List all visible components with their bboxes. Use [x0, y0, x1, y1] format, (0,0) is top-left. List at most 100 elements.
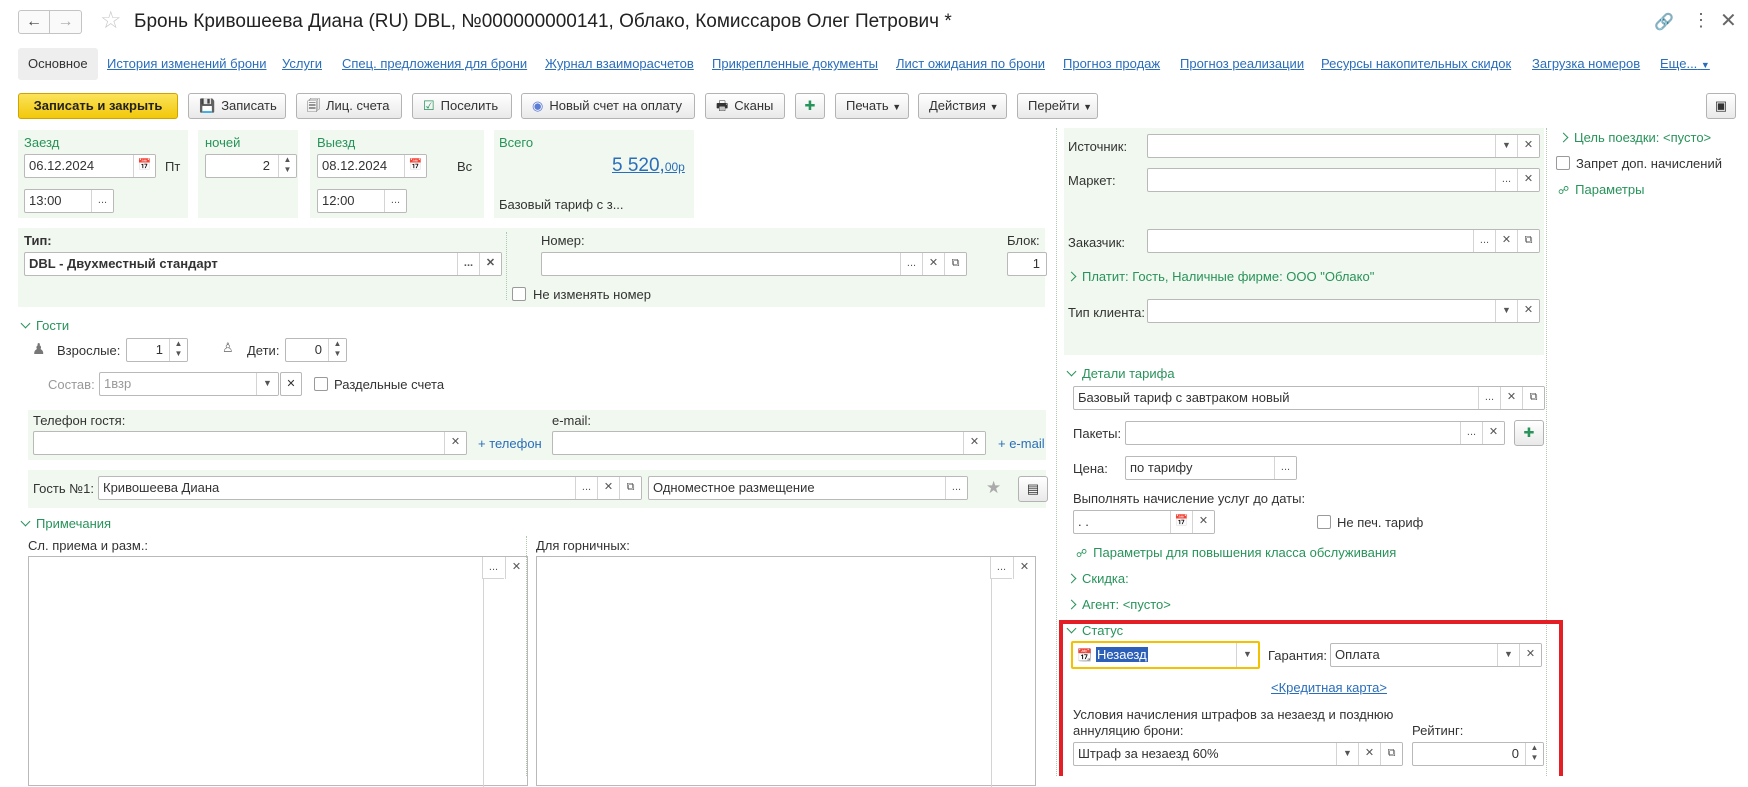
credit-card-link[interactable]: <Кредитная карта> — [1271, 680, 1387, 695]
market-input[interactable]: ... ✕ — [1147, 168, 1540, 192]
personal-account-button[interactable]: 🗐 Лиц. счета — [296, 93, 402, 119]
add-document-button[interactable]: ✚ — [795, 93, 825, 119]
open-icon[interactable]: ⧉ — [619, 477, 641, 499]
separate-accounts-checkbox[interactable] — [314, 377, 328, 391]
tariff-section-toggle[interactable]: Детали тарифа — [1066, 366, 1175, 381]
keep-room-checkbox[interactable] — [512, 287, 526, 301]
tab-waitlist[interactable]: Лист ожидания по брони — [896, 56, 1045, 71]
guest1-input[interactable]: Кривошеева Диана... ✕ ⧉ — [98, 476, 642, 500]
clear-icon[interactable]: ✕ — [444, 432, 466, 454]
agent-toggle[interactable]: Агент: <пусто> — [1066, 597, 1171, 612]
clear-icon[interactable]: ✕ — [1517, 169, 1539, 191]
print-button[interactable]: Печать ▼ — [835, 93, 909, 119]
chevron-down-icon[interactable]: ▼ — [1495, 135, 1517, 157]
rating-stepper[interactable]: 0 ▲ ▼ — [1412, 742, 1544, 766]
stepper-arrows-icon[interactable]: ▲ ▼ — [278, 155, 296, 177]
clear-icon[interactable]: ✕ — [1517, 135, 1539, 157]
guest-card-button[interactable]: ▤ — [1018, 476, 1048, 502]
select-icon[interactable]: ... — [1473, 230, 1495, 252]
clear-icon[interactable]: ✕ — [479, 253, 501, 275]
chevron-down-icon[interactable]: ▼ — [1497, 644, 1519, 666]
open-icon[interactable]: ⧉ — [944, 253, 966, 275]
tab-special-offers[interactable]: Спец. предложения для брони — [342, 56, 527, 71]
select-icon[interactable]: ... — [91, 190, 113, 212]
chevron-down-icon[interactable]: ▼ — [256, 373, 278, 395]
packages-input[interactable]: ... ✕ — [1125, 421, 1505, 445]
email-input[interactable]: ✕ — [552, 431, 986, 455]
calendar-icon[interactable]: 📅 — [1170, 511, 1192, 533]
source-select[interactable]: ▼ ✕ — [1147, 134, 1540, 158]
clear-icon[interactable]: ✕ — [963, 432, 985, 454]
total-amount[interactable]: 5 520,00р — [612, 155, 685, 177]
arrival-time-input[interactable]: 13:00... — [24, 189, 114, 213]
payer-toggle[interactable]: Платит: Гость, Наличные фирме: ООО "Обла… — [1066, 269, 1374, 284]
stepper-arrows-icon[interactable]: ▲ ▼ — [169, 339, 187, 361]
select-icon[interactable]: ... — [457, 253, 479, 275]
add-phone-link[interactable]: + телефон — [478, 436, 542, 451]
arrival-date-input[interactable]: 06.12.2024 📅 — [24, 154, 156, 178]
favorite-star-icon[interactable]: ☆ — [100, 6, 122, 35]
departure-date-input[interactable]: 08.12.2024 📅 — [317, 154, 427, 178]
stepper-arrows-icon[interactable]: ▲ ▼ — [328, 339, 346, 361]
tab-realization-forecast[interactable]: Прогноз реализации — [1180, 56, 1304, 71]
calendar-icon[interactable]: 📅 — [133, 155, 155, 177]
tariff-input[interactable]: Базовый тариф с завтраком новый... ✕ ⧉ — [1073, 386, 1545, 410]
placement-input[interactable]: Одноместное размещение... — [648, 476, 968, 500]
client-type-select[interactable]: ▼ ✕ — [1147, 299, 1540, 323]
select-icon[interactable]: ... — [900, 253, 922, 275]
clear-icon[interactable]: ✕ — [1495, 230, 1517, 252]
clear-icon[interactable]: ✕ — [505, 557, 527, 579]
open-icon[interactable]: ⧉ — [1522, 387, 1544, 409]
departure-time-input[interactable]: 12:00... — [317, 189, 407, 213]
block-input[interactable]: 1 — [1007, 252, 1047, 276]
clear-icon[interactable]: ✕ — [1192, 511, 1214, 533]
save-button[interactable]: 💾 Записать — [188, 93, 286, 119]
select-icon[interactable]: ... — [1274, 457, 1296, 479]
reception-notes-textarea[interactable]: ... ✕ — [28, 556, 528, 787]
notes-section-toggle[interactable]: Примечания — [20, 516, 111, 531]
params-link[interactable]: ☍ Параметры — [1558, 182, 1644, 197]
housekeeping-notes-textarea[interactable]: ... ✕ — [536, 556, 1036, 787]
charge-until-date-input[interactable]: . . 📅 ✕ — [1073, 510, 1215, 534]
tab-history[interactable]: История изменений брони — [107, 56, 267, 71]
select-icon[interactable]: ... — [945, 477, 967, 499]
link-icon[interactable]: 🔗 — [1654, 12, 1674, 32]
chevron-down-icon[interactable]: ▼ — [1336, 743, 1358, 765]
scans-button[interactable]: 🖶 Сканы — [705, 93, 785, 119]
select-icon[interactable]: ... — [1460, 422, 1482, 444]
composition-select[interactable]: 1взр ▼ — [99, 372, 279, 396]
tab-main[interactable]: Основное — [18, 48, 98, 80]
tab-discount-resources[interactable]: Ресурсы накопительных скидок — [1321, 56, 1511, 71]
new-invoice-button[interactable]: ◉ Новый счет на оплату — [521, 93, 695, 119]
back-button[interactable]: ← — [18, 10, 50, 34]
chevron-down-icon[interactable]: ▼ — [1495, 300, 1517, 322]
open-icon[interactable]: ⧉ — [1380, 743, 1402, 765]
add-package-button[interactable]: ✚ — [1514, 420, 1544, 446]
star-icon[interactable]: ★ — [986, 478, 1001, 498]
select-icon[interactable]: ... — [990, 557, 1012, 579]
tab-attached-docs[interactable]: Прикрепленные документы — [712, 56, 878, 71]
clear-icon[interactable]: ✕ — [1482, 422, 1504, 444]
nights-stepper[interactable]: 2 ▲ ▼ — [205, 154, 297, 178]
actions-button[interactable]: Действия ▼ — [918, 93, 1007, 119]
upgrade-params-link[interactable]: ☍ Параметры для повышения класса обслужив… — [1076, 545, 1396, 560]
tab-sales-forecast[interactable]: Прогноз продаж — [1063, 56, 1160, 71]
guests-section-toggle[interactable]: Гости — [20, 318, 69, 333]
guarantee-select[interactable]: Оплата ▼ ✕ — [1330, 643, 1542, 667]
chevron-down-icon[interactable]: ▼ — [1236, 643, 1258, 667]
tab-more[interactable]: Еще... ▼ — [1660, 56, 1710, 71]
room-number-input[interactable]: ... ✕ ⧉ — [541, 252, 967, 276]
calendar-icon[interactable]: 📅 — [404, 155, 426, 177]
forward-button[interactable]: → — [50, 10, 82, 34]
save-and-close-button[interactable]: Записать и закрыть — [18, 93, 178, 119]
discount-toggle[interactable]: Скидка: — [1066, 571, 1129, 586]
clear-icon[interactable]: ✕ — [1500, 387, 1522, 409]
no-extra-charges-checkbox[interactable] — [1556, 156, 1570, 170]
status-select[interactable]: 📆 Незаезд ▼ — [1071, 641, 1260, 669]
tab-settlements[interactable]: Журнал взаиморасчетов — [545, 56, 694, 71]
add-email-link[interactable]: + e-mail — [998, 436, 1045, 451]
children-stepper[interactable]: 0 ▲ ▼ — [285, 338, 347, 362]
tab-services[interactable]: Услуги — [282, 56, 322, 71]
clear-icon[interactable]: ✕ — [1517, 300, 1539, 322]
clear-icon[interactable]: ✕ — [1519, 644, 1541, 666]
